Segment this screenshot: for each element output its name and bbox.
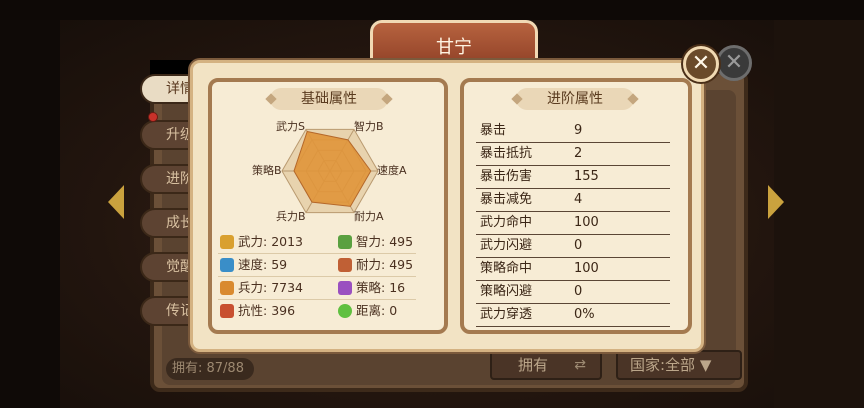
advanced-attribute-row: 暴击 9 [476, 120, 670, 143]
advanced-attribute-name: 暴击减免 [480, 192, 533, 207]
close-icon[interactable]: ✕ [683, 46, 719, 82]
radar-label-endurance: 耐力A [354, 210, 384, 223]
horse-icon [338, 258, 352, 272]
advanced-attribute-value: 4 [574, 192, 583, 207]
advanced-attribute-value: 155 [574, 169, 599, 184]
radar-label-strategy: 策略B [252, 164, 282, 177]
stat-force: 武力: 2013 [238, 234, 304, 249]
owned-filter-label: 拥有 [518, 356, 549, 374]
advanced-attribute-value: 100 [574, 215, 599, 230]
advanced-attribute-name: 武力穿透 [480, 307, 533, 322]
stat-range: 距离: 0 [356, 303, 398, 318]
stat-speed: 速度: 59 [238, 257, 288, 272]
helmet-icon [220, 281, 234, 295]
stat-troops: 兵力: 7734 [238, 280, 304, 295]
advanced-attribute-name: 暴击伤害 [480, 169, 533, 184]
background-top-bar [0, 0, 864, 20]
advanced-attribute-name: 暴击 [480, 123, 507, 138]
advanced-attribute-name: 暴击抵抗 [480, 146, 533, 161]
divider [218, 276, 416, 277]
advanced-attribute-name: 武力闪避 [480, 238, 533, 253]
next-hero-arrow[interactable] [768, 185, 784, 219]
advanced-attribute-name: 策略闪避 [480, 284, 533, 299]
notification-dot [148, 112, 158, 122]
owned-count: 拥有: 87/88 [166, 358, 254, 380]
country-select[interactable]: 国家:全部 ▼ [616, 350, 742, 380]
advanced-attribute-value: 0 [574, 238, 583, 253]
background-edge-left [0, 0, 60, 408]
advanced-attribute-value: 0% [574, 307, 595, 322]
boot-icon [220, 258, 234, 272]
stat-resistance: 抗性: 396 [238, 303, 296, 318]
triangle-down-icon: ▼ [699, 356, 712, 374]
radar-label-force: 武力S [276, 120, 305, 133]
scroll-icon [338, 235, 352, 249]
target-icon [338, 304, 352, 318]
advanced-attribute-name: 武力命中 [480, 215, 533, 230]
divider [218, 299, 416, 300]
close-icon[interactable]: ✕ [716, 45, 752, 81]
advanced-attribute-value: 0 [574, 284, 583, 299]
advanced-attribute-name: 策略命中 [480, 261, 533, 276]
hero-name: 甘宁 [436, 37, 472, 58]
advanced-attribute-row: 暴击伤害 155 [476, 166, 670, 189]
advanced-attribute-row: 策略闪避 0 [476, 281, 670, 304]
advanced-attribute-value: 2 [574, 146, 583, 161]
basic-attributes-title: 基础属性 [270, 88, 388, 110]
radar-label-intellect: 智力B [354, 120, 384, 133]
advanced-attribute-row: 策略命中 100 [476, 258, 670, 281]
advanced-attribute-row: 武力闪避 0 [476, 235, 670, 258]
advanced-attribute-row: 武力穿透 0% [476, 304, 670, 327]
sword-icon [220, 235, 234, 249]
advanced-attribute-row: 暴击减免 4 [476, 189, 670, 212]
shield-icon [220, 304, 234, 318]
stat-endurance: 耐力: 495 [356, 257, 414, 272]
book-icon [338, 281, 352, 295]
radar-label-troops: 兵力B [276, 210, 306, 223]
stat-intellect: 智力: 495 [356, 234, 414, 249]
radar-label-speed: 速度A [377, 164, 407, 177]
swap-icon: ⇄ [574, 357, 586, 373]
owned-filter-button[interactable]: 拥有 ⇄ [490, 350, 602, 380]
stat-strategy: 策略: 16 [356, 280, 406, 295]
background-edge-right [774, 0, 864, 408]
advanced-attributes-title: 进阶属性 [516, 88, 634, 110]
advanced-attribute-value: 100 [574, 261, 599, 276]
previous-hero-arrow[interactable] [108, 185, 124, 219]
advanced-attribute-row: 武力命中 100 [476, 212, 670, 235]
country-select-label: 国家:全部 [630, 356, 696, 374]
advanced-attribute-row: 暴击抵抗 2 [476, 143, 670, 166]
divider [218, 253, 416, 254]
advanced-attribute-value: 9 [574, 123, 583, 138]
